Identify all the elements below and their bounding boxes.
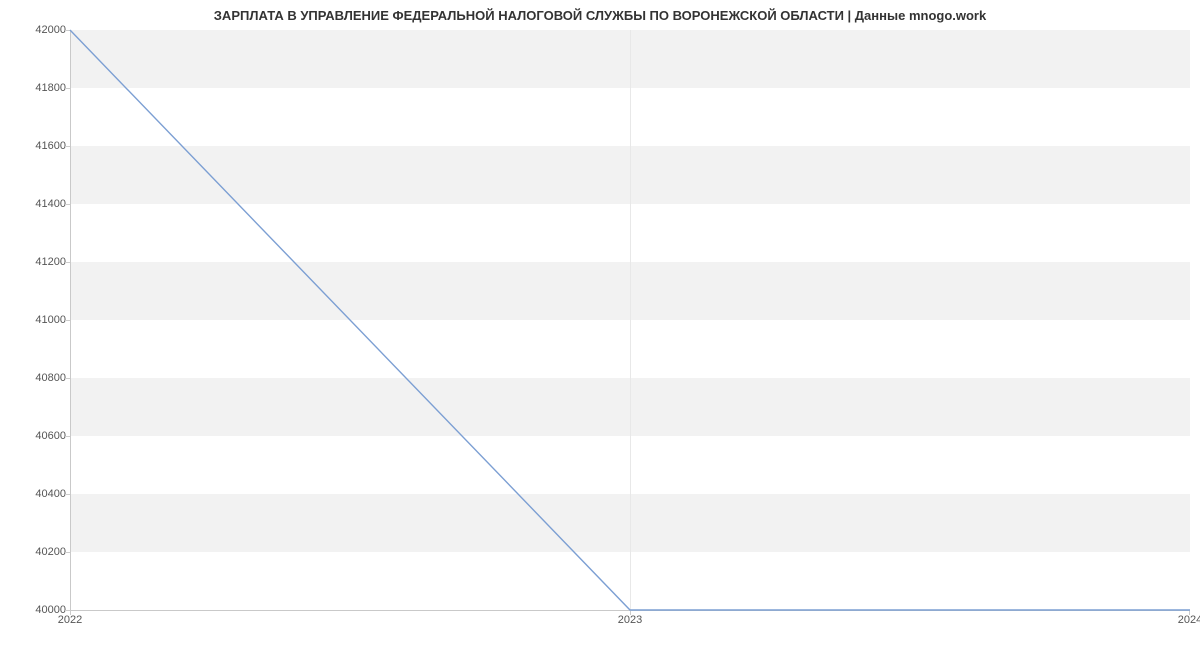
- x-tick-label: 2024: [1178, 614, 1200, 626]
- x-tick-label: 2023: [618, 614, 642, 626]
- y-tick-label: 40800: [6, 372, 66, 384]
- y-tick-label: 40600: [6, 430, 66, 442]
- y-tick-label: 41600: [6, 140, 66, 152]
- y-tick-label: 41000: [6, 314, 66, 326]
- series-salary-line: [70, 30, 1190, 610]
- series-layer: [70, 30, 1190, 610]
- plot-area: [70, 30, 1190, 610]
- x-tick-label: 2022: [58, 614, 82, 626]
- chart-container: ЗАРПЛАТА В УПРАВЛЕНИЕ ФЕДЕРАЛЬНОЙ НАЛОГО…: [0, 0, 1200, 650]
- y-tick-label: 42000: [6, 24, 66, 36]
- y-tick-label: 41200: [6, 256, 66, 268]
- y-tick-label: 41400: [6, 198, 66, 210]
- y-tick-label: 40200: [6, 546, 66, 558]
- chart-title: ЗАРПЛАТА В УПРАВЛЕНИЕ ФЕДЕРАЛЬНОЙ НАЛОГО…: [0, 8, 1200, 23]
- y-tick-label: 40400: [6, 488, 66, 500]
- y-tick-label: 41800: [6, 82, 66, 94]
